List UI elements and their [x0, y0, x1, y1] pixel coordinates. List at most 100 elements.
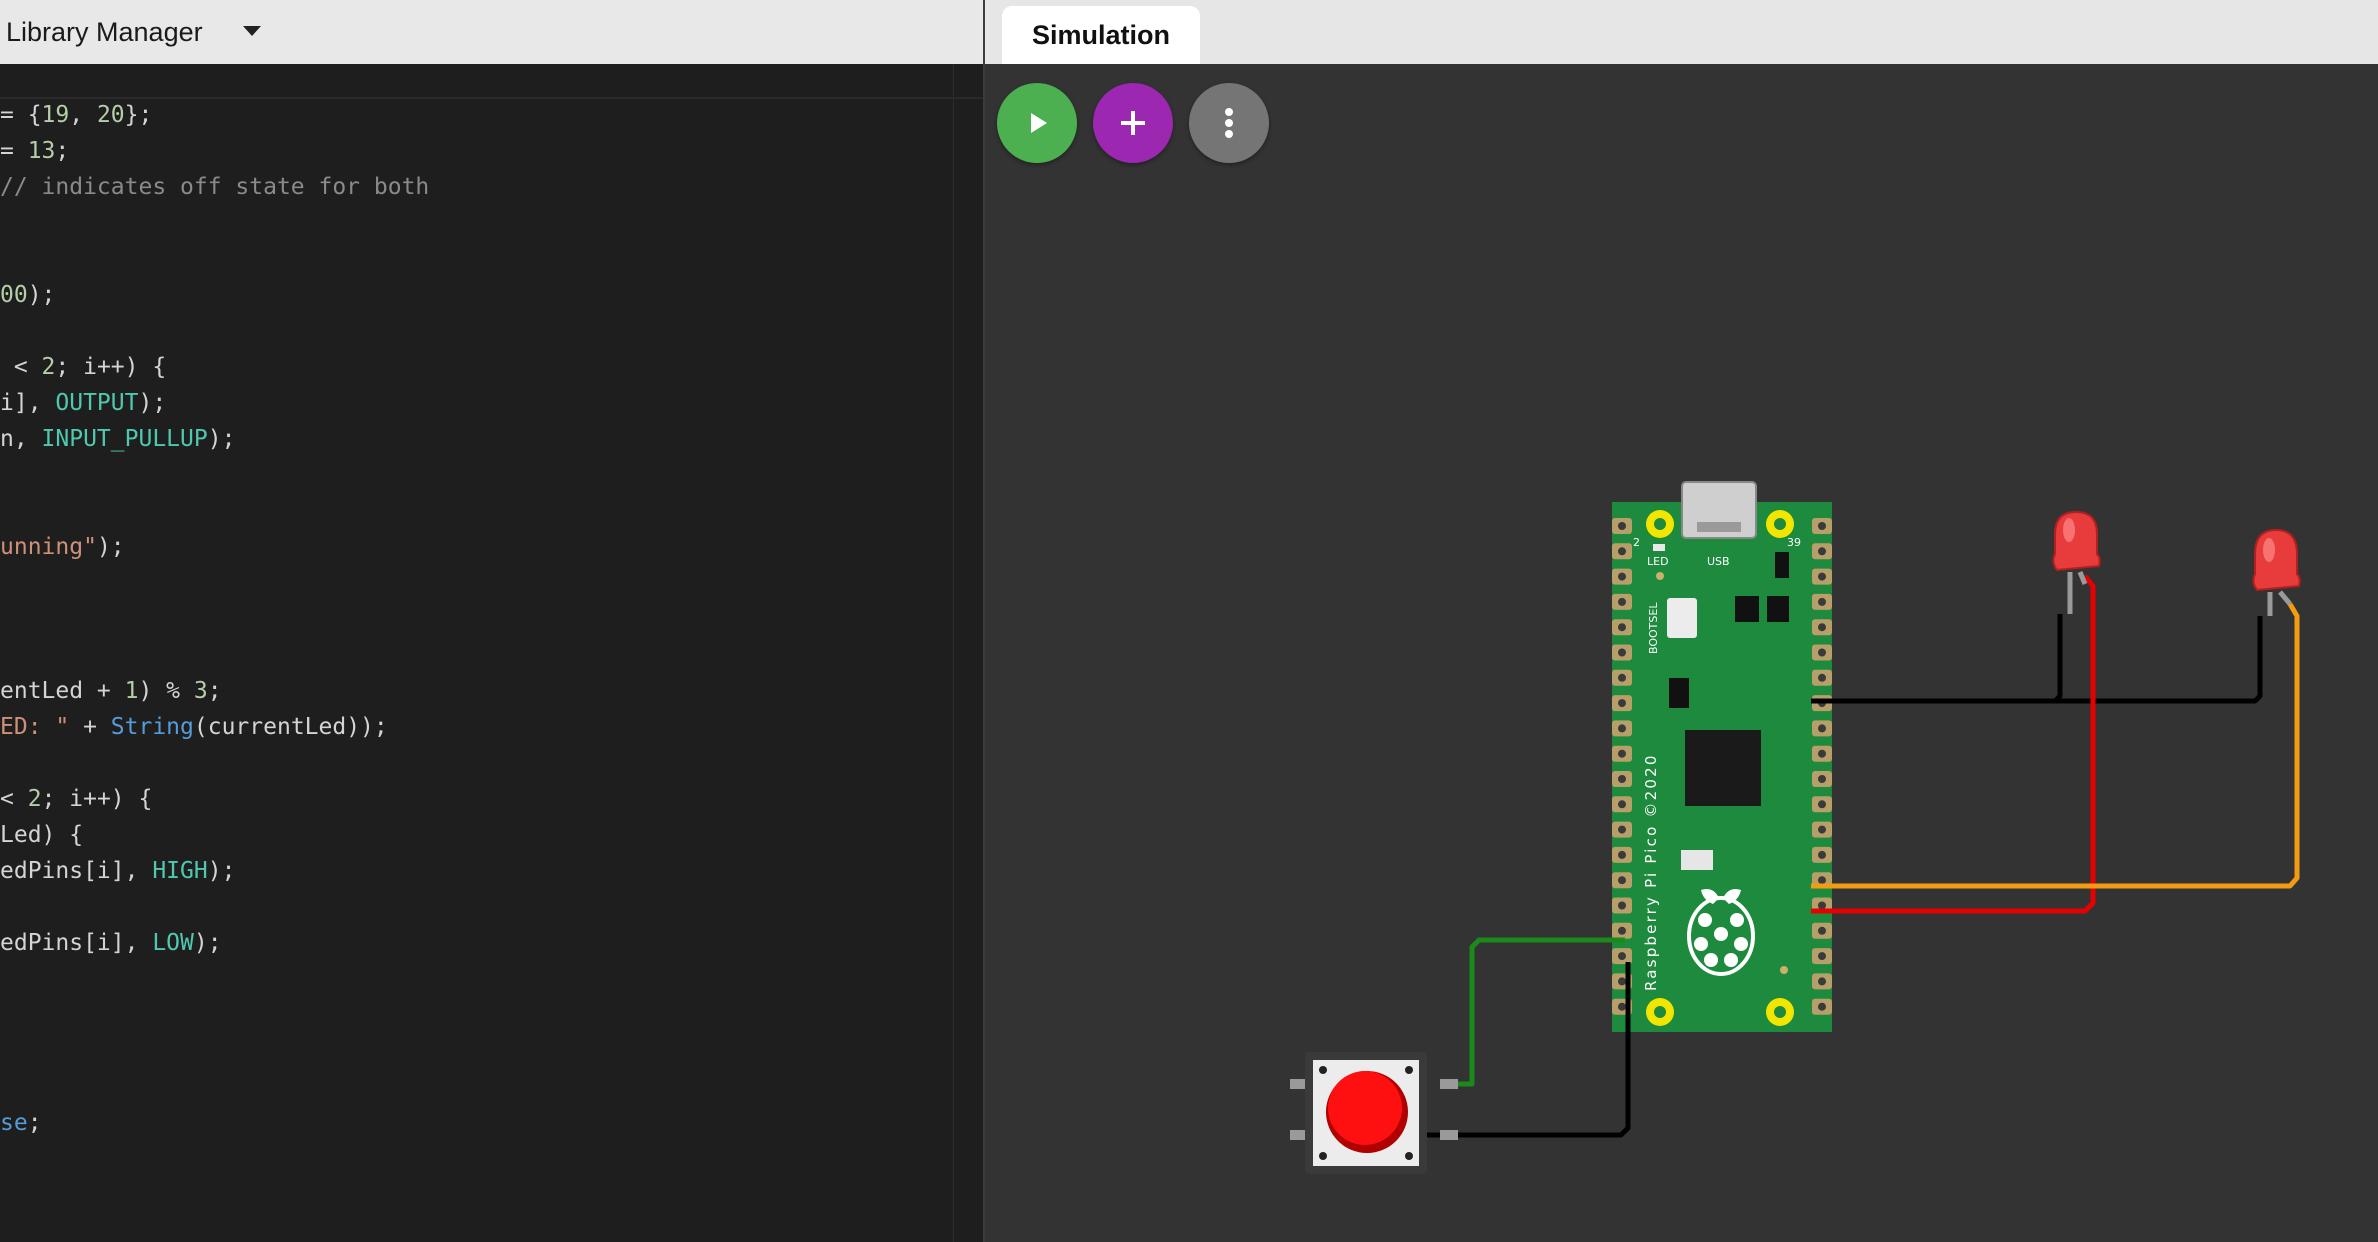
mount-hole-center: [1774, 1006, 1786, 1018]
rp2040-chip: [1685, 730, 1761, 806]
more-vertical-icon: [1225, 108, 1233, 138]
pin-hole: [1618, 699, 1626, 708]
pin-label-39: 39: [1787, 536, 1801, 549]
smd-component: [1775, 552, 1789, 578]
circuit-canvas[interactable]: 2 39 LED USB BOOTSEL Raspberry Pi Pico ©…: [985, 64, 2378, 1242]
code-token: 2: [41, 354, 56, 380]
pin-hole: [1818, 800, 1826, 809]
pin-hole: [1618, 926, 1626, 935]
wire-led2-anode[interactable]: [1811, 602, 2300, 889]
smd-component: [1735, 596, 1759, 622]
pin-hole: [1818, 648, 1826, 657]
plus-icon: [1121, 111, 1145, 135]
tab-simulation[interactable]: Simulation: [1002, 6, 1200, 64]
button-leg: [1440, 1079, 1458, 1089]
play-button[interactable]: [997, 83, 1077, 163]
tab-simulation-label: Simulation: [1031, 19, 1170, 50]
code-line: edPins[i], HIGH);: [0, 853, 429, 889]
pin-hole: [1818, 901, 1826, 910]
pin-hole: [1818, 522, 1826, 530]
code-token: String: [110, 714, 194, 740]
code-token: entLed +: [0, 678, 125, 704]
usb-port-slot: [1697, 522, 1741, 532]
mount-hole-center: [1654, 1006, 1666, 1018]
wire-button-signal[interactable]: [1457, 937, 1625, 1087]
pin-hole: [1818, 572, 1826, 581]
simulation-panel: Simulation 2 39 LED USB BOOTSEL Raspberr…: [985, 0, 2378, 1242]
bootsel-button[interactable]: [1667, 598, 1697, 638]
pin-label-2: 2: [1633, 536, 1640, 549]
pin-hole: [1618, 1002, 1626, 1011]
code-token: );: [207, 426, 236, 452]
code-token: =: [0, 138, 28, 164]
code-token: ,: [69, 102, 97, 128]
pin-hole: [1818, 952, 1826, 961]
code-token: i],: [0, 390, 56, 416]
code-token: <: [0, 354, 42, 380]
simulation-header: Simulation: [985, 0, 2378, 64]
led-2[interactable]: [2252, 528, 2301, 616]
led-1-highlight: [2063, 518, 2075, 542]
pin-hole: [1618, 597, 1626, 606]
raspberry-pi-pico[interactable]: 2 39 LED USB BOOTSEL Raspberry Pi Pico ©…: [1612, 481, 1832, 1032]
usb-label: USB: [1707, 555, 1730, 568]
pin-hole: [1618, 547, 1626, 556]
code-line: = {19, 20};: [0, 97, 429, 133]
pin-hole: [1618, 876, 1626, 885]
button-leg: [1440, 1130, 1458, 1140]
wire-ground-led2[interactable]: [2055, 616, 2263, 704]
code-token: );: [96, 534, 125, 560]
pin-hole: [1618, 800, 1626, 809]
button-corner: [1405, 1066, 1413, 1074]
code-token: HIGH: [152, 858, 208, 884]
button-cap[interactable]: [1328, 1071, 1402, 1145]
pin-hole: [1818, 749, 1826, 758]
pin-hole: [1618, 724, 1626, 733]
led-2-body: [2252, 528, 2301, 592]
onboard-led: [1653, 544, 1665, 551]
smd-component: [1669, 678, 1689, 708]
code-line: i], OUTPUT);: [0, 385, 429, 421]
test-point: [1780, 966, 1788, 974]
code-token: n,: [0, 426, 42, 452]
tab-library-manager[interactable]: Library Manager: [0, 0, 203, 64]
pushbutton[interactable]: [1290, 1052, 1458, 1174]
flash-chip: [1681, 850, 1713, 870]
code-area[interactable]: = {19, 20}; = 13;// indicates off state f…: [0, 97, 429, 1141]
pin-hole: [1818, 597, 1826, 606]
more-options-button[interactable]: [1189, 83, 1269, 163]
code-token: INPUT_PULLUP: [41, 426, 208, 452]
led-1-leg: [2077, 571, 2088, 585]
code-token: );: [27, 282, 56, 308]
code-token: (currentLed));: [193, 714, 388, 740]
wire-ground-led1[interactable]: [1811, 614, 2063, 704]
board-silkscreen: Raspberry Pi Pico ©2020: [1642, 753, 1660, 991]
chevron-down-icon[interactable]: [243, 26, 261, 36]
code-line: se;: [0, 1105, 429, 1141]
code-line: = 13;: [0, 133, 429, 169]
code-token: LOW: [152, 930, 194, 956]
code-token: // indicates off state for both: [0, 174, 430, 200]
pin-hole: [1818, 724, 1826, 733]
add-part-button[interactable]: [1093, 83, 1173, 163]
code-token: 00: [0, 282, 28, 308]
code-line: < 2; i++) {: [0, 781, 429, 817]
pin-hole: [1818, 623, 1826, 632]
wire-led1-anode[interactable]: [1811, 574, 2096, 914]
led-2-highlight: [2263, 538, 2275, 562]
code-line: ED: " + String(currentLed));: [0, 709, 429, 745]
smd-component: [1767, 596, 1789, 622]
tab-library-manager-label: Library Manager: [6, 16, 203, 47]
code-token: ;: [55, 138, 70, 164]
code-token: se: [0, 1110, 28, 1136]
code-token: 13: [27, 138, 56, 164]
pin-hole: [1818, 775, 1826, 783]
